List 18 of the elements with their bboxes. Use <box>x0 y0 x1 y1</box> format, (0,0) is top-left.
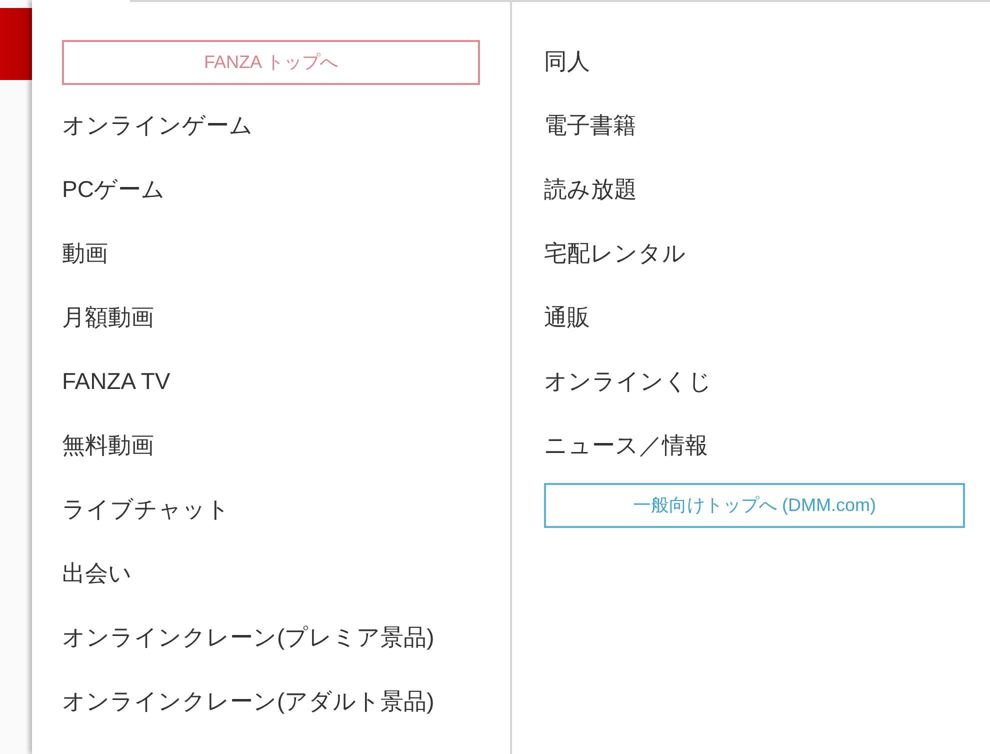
menu-link[interactable]: オンラインくじ <box>544 368 712 396</box>
menu-link[interactable]: 同人 <box>544 48 590 76</box>
menu-link[interactable]: ニュース／情報 <box>544 432 708 460</box>
header-block <box>0 8 32 80</box>
menu-link[interactable]: 読み放題 <box>544 176 637 204</box>
menu-link[interactable]: オンラインクレーン(アダルト景品) <box>62 688 434 716</box>
menu-link[interactable]: 無料動画 <box>62 432 154 460</box>
menu-link[interactable]: 通販 <box>544 304 590 332</box>
menu-link[interactable]: FANZA TV <box>62 368 170 396</box>
menu-link[interactable]: オンラインゲーム <box>62 112 253 140</box>
menu-link[interactable]: 電子書籍 <box>544 112 636 140</box>
menu-link[interactable]: 月額動画 <box>62 304 154 332</box>
menu-link[interactable]: 宅配レンタル <box>544 240 686 268</box>
menu-link[interactable]: 出会い <box>62 560 132 588</box>
menu-link[interactable]: 動画 <box>62 240 108 268</box>
menu-link[interactable]: PCゲーム <box>62 176 165 204</box>
menu-link[interactable]: オンラインクレーン(プレミア景品) <box>62 624 434 652</box>
menu-link[interactable]: ライブチャット <box>62 496 230 524</box>
